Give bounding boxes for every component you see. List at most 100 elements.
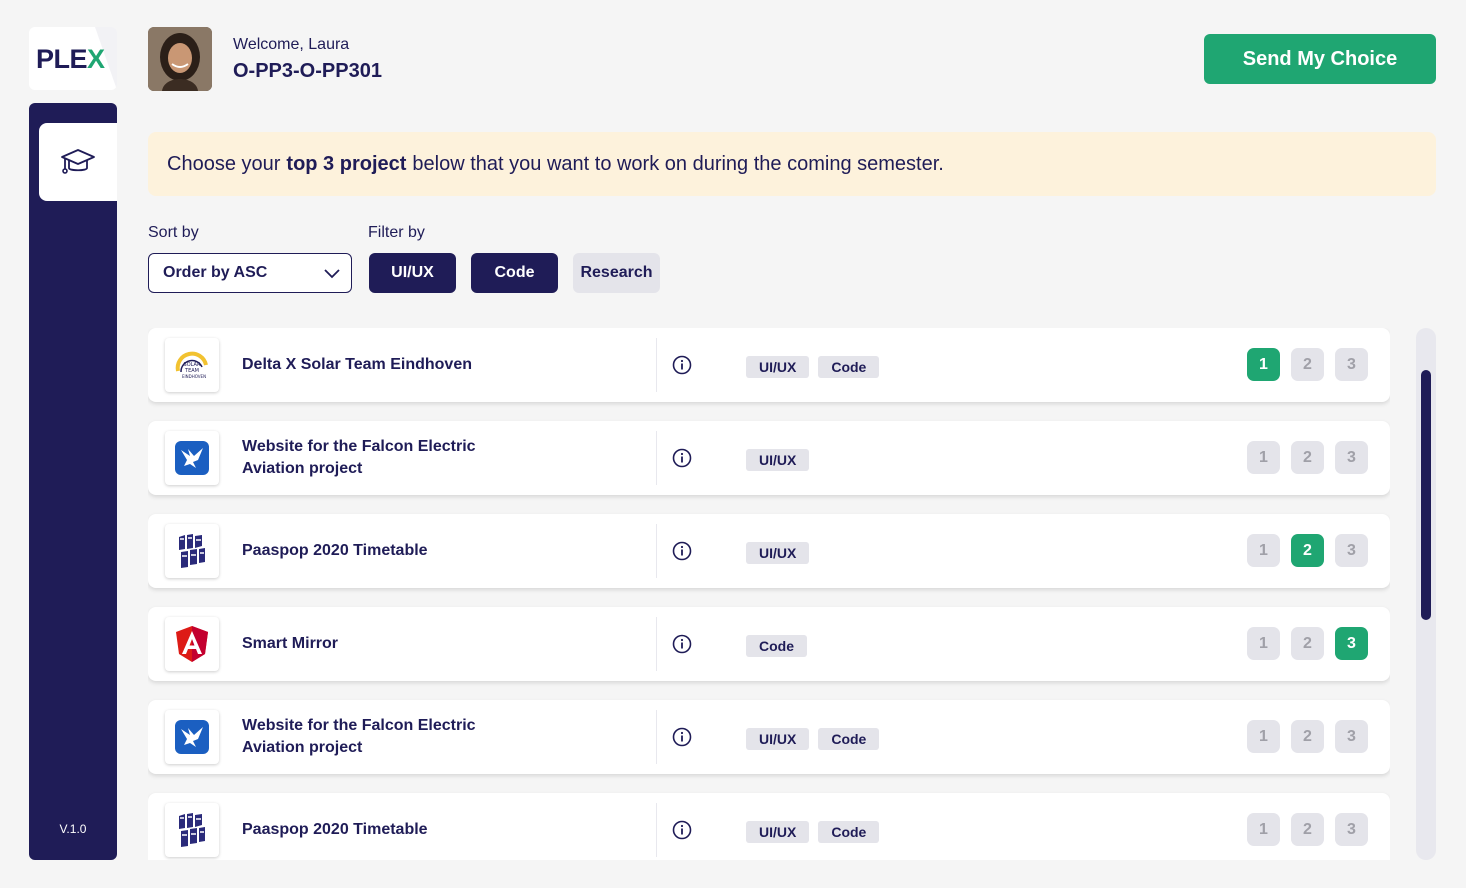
rank-1-button[interactable]: 1 bbox=[1247, 348, 1280, 381]
rank-2-button[interactable]: 2 bbox=[1291, 534, 1324, 567]
project-logo bbox=[165, 431, 219, 485]
info-icon[interactable] bbox=[672, 820, 692, 840]
solar-team-logo-icon: SOLAR TEAM EINDHOVEN bbox=[175, 351, 208, 379]
project-title: Delta X Solar Team Eindhoven bbox=[242, 356, 472, 373]
sidebar-item-projects[interactable] bbox=[39, 123, 117, 201]
banner-text-end: below that you want to work on during th… bbox=[412, 152, 944, 175]
welcome-text: Welcome, Laura bbox=[233, 36, 350, 53]
info-icon[interactable] bbox=[672, 634, 692, 654]
tag: UI/UX bbox=[746, 356, 810, 378]
project-logo bbox=[165, 803, 219, 857]
info-icon[interactable] bbox=[672, 355, 692, 375]
rank-selector: 1 2 3 bbox=[1247, 627, 1368, 660]
angular-logo-icon bbox=[176, 626, 208, 662]
tag: Code bbox=[818, 728, 880, 750]
sort-label: Sort by bbox=[148, 224, 199, 241]
row-divider bbox=[656, 617, 657, 671]
rank-3-button[interactable]: 3 bbox=[1335, 627, 1368, 660]
info-icon[interactable] bbox=[672, 541, 692, 561]
rank-1-button[interactable]: 1 bbox=[1247, 627, 1280, 660]
rank-selector: 1 2 3 bbox=[1247, 348, 1368, 381]
project-title: Paaspop 2020 Timetable bbox=[242, 821, 428, 838]
project-list: SOLAR TEAM EINDHOVEN Delta X Solar Team … bbox=[148, 328, 1390, 860]
tag: Code bbox=[746, 635, 807, 657]
filter-chip-code[interactable]: Code bbox=[471, 253, 558, 293]
banner-text-start: Choose your bbox=[167, 152, 281, 175]
paaspop-logo-icon bbox=[179, 534, 205, 568]
project-logo bbox=[165, 617, 219, 671]
project-tags: UI/UX Code bbox=[746, 356, 880, 378]
app-version: V.1.0 bbox=[59, 822, 87, 836]
avatar[interactable] bbox=[148, 27, 212, 91]
project-tags: Code bbox=[746, 635, 807, 657]
project-logo bbox=[165, 710, 219, 764]
project-logo: SOLAR TEAM EINDHOVEN bbox=[165, 338, 219, 392]
tag: UI/UX bbox=[746, 728, 810, 750]
row-divider bbox=[656, 338, 657, 392]
row-divider bbox=[656, 710, 657, 764]
sidebar: V.1.0 bbox=[29, 103, 117, 860]
project-logo bbox=[165, 524, 219, 578]
rank-selector: 1 2 3 bbox=[1247, 813, 1368, 846]
project-row[interactable]: SOLAR TEAM EINDHOVEN Delta X Solar Team … bbox=[148, 328, 1390, 402]
plex-logo[interactable]: PLEX bbox=[29, 27, 117, 90]
project-row[interactable]: Paaspop 2020 Timetable UI/UX Code 1 2 3 bbox=[148, 793, 1390, 860]
row-divider bbox=[656, 803, 657, 857]
rank-1-button[interactable]: 1 bbox=[1247, 813, 1280, 846]
project-tags: UI/UX bbox=[746, 542, 810, 564]
rank-2-button[interactable]: 2 bbox=[1291, 348, 1324, 381]
rank-3-button[interactable]: 3 bbox=[1335, 813, 1368, 846]
instruction-banner: Choose your top 3 project below that you… bbox=[148, 132, 1436, 196]
project-row[interactable]: Website for the Falcon Electric Aviation… bbox=[148, 700, 1390, 774]
falcon-logo-icon bbox=[175, 441, 209, 475]
rank-3-button[interactable]: 3 bbox=[1335, 720, 1368, 753]
row-divider bbox=[656, 524, 657, 578]
tag: UI/UX bbox=[746, 821, 810, 843]
rank-selector: 1 2 3 bbox=[1247, 534, 1368, 567]
rank-2-button[interactable]: 2 bbox=[1291, 627, 1324, 660]
tag: UI/UX bbox=[746, 542, 810, 564]
project-tags: UI/UX bbox=[746, 449, 810, 471]
chevron-down-icon bbox=[324, 269, 340, 279]
rank-2-button[interactable]: 2 bbox=[1291, 720, 1324, 753]
user-photo bbox=[148, 27, 212, 91]
info-icon[interactable] bbox=[672, 448, 692, 468]
sort-select[interactable]: Order by ASC bbox=[148, 253, 352, 293]
info-icon[interactable] bbox=[672, 727, 692, 747]
falcon-logo-icon bbox=[175, 720, 209, 754]
filter-chip-uiux[interactable]: UI/UX bbox=[369, 253, 456, 293]
graduation-cap-icon bbox=[61, 149, 95, 174]
send-my-choice-button[interactable]: Send My Choice bbox=[1204, 34, 1436, 84]
banner-text-bold: top 3 project bbox=[286, 152, 407, 175]
rank-2-button[interactable]: 2 bbox=[1291, 813, 1324, 846]
project-tags: UI/UX Code bbox=[746, 821, 880, 843]
paaspop-logo-icon bbox=[179, 813, 205, 847]
svg-text:EINDHOVEN: EINDHOVEN bbox=[182, 374, 206, 379]
course-code: O-PP3-O-PP301 bbox=[233, 60, 382, 82]
logo-text: PLEX bbox=[36, 44, 105, 74]
project-title: Website for the Falcon Electric Aviation… bbox=[242, 438, 476, 477]
project-row[interactable]: Paaspop 2020 Timetable UI/UX 1 2 3 bbox=[148, 514, 1390, 588]
project-row[interactable]: Smart Mirror Code 1 2 3 bbox=[148, 607, 1390, 681]
filter-chip-research[interactable]: Research bbox=[573, 253, 660, 293]
rank-1-button[interactable]: 1 bbox=[1247, 441, 1280, 474]
rank-1-button[interactable]: 1 bbox=[1247, 720, 1280, 753]
project-tags: UI/UX Code bbox=[746, 728, 880, 750]
rank-3-button[interactable]: 3 bbox=[1335, 534, 1368, 567]
project-title: Website for the Falcon Electric Aviation… bbox=[242, 717, 476, 756]
rank-2-button[interactable]: 2 bbox=[1291, 441, 1324, 474]
scrollbar-thumb[interactable] bbox=[1421, 370, 1431, 620]
rank-selector: 1 2 3 bbox=[1247, 441, 1368, 474]
filter-label: Filter by bbox=[368, 224, 425, 241]
tag: Code bbox=[818, 356, 880, 378]
sort-select-value: Order by ASC bbox=[163, 264, 268, 281]
tag: Code bbox=[818, 821, 880, 843]
rank-1-button[interactable]: 1 bbox=[1247, 534, 1280, 567]
project-title: Paaspop 2020 Timetable bbox=[242, 542, 428, 559]
rank-3-button[interactable]: 3 bbox=[1335, 441, 1368, 474]
project-row[interactable]: Website for the Falcon Electric Aviation… bbox=[148, 421, 1390, 495]
row-divider bbox=[656, 431, 657, 485]
project-title: Smart Mirror bbox=[242, 635, 339, 652]
rank-3-button[interactable]: 3 bbox=[1335, 348, 1368, 381]
tag: UI/UX bbox=[746, 449, 810, 471]
